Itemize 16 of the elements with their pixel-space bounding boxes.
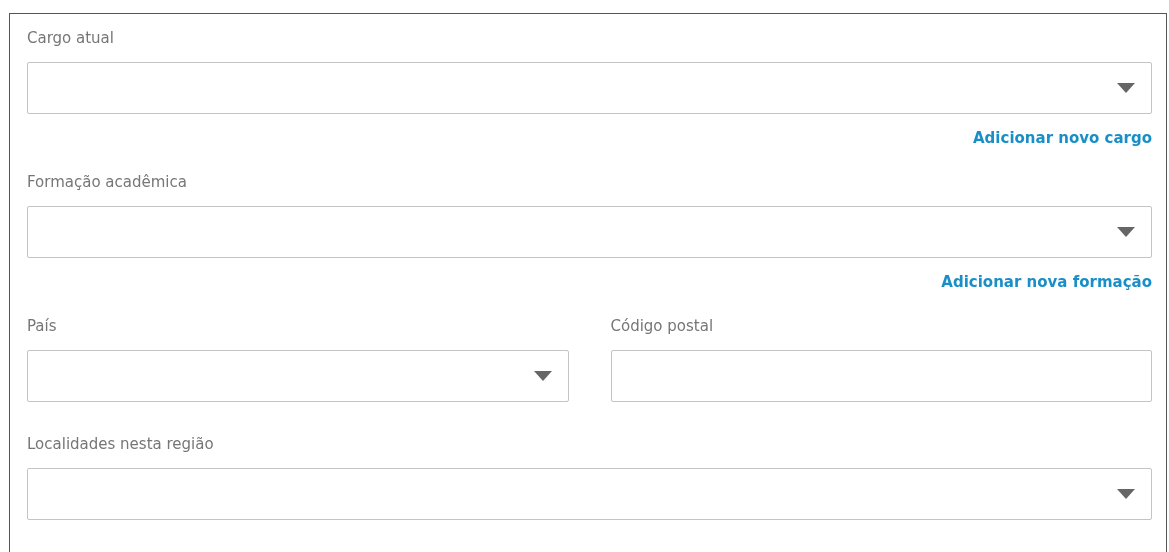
field-label: Localidades nesta região	[27, 434, 214, 455]
add-link[interactable]: Adicionar novo cargo	[973, 126, 1152, 150]
dropdown-caret-icon	[1117, 83, 1135, 93]
field-label: Código postal	[610, 316, 714, 337]
dropdown-caret-icon	[533, 371, 552, 381]
dropdown-field[interactable]	[27, 206, 1152, 258]
dropdown-field[interactable]	[27, 350, 569, 402]
dropdown-caret-icon	[1117, 227, 1135, 237]
input-field[interactable]	[610, 350, 1152, 402]
field-label: Formação acadêmica	[27, 172, 187, 193]
dropdown-caret-icon	[1117, 489, 1135, 499]
dropdown-field[interactable]	[27, 468, 1152, 520]
dropdown-field[interactable]	[27, 62, 1152, 114]
add-link[interactable]: Adicionar nova formação	[941, 270, 1152, 294]
field-label: Cargo atual	[27, 28, 114, 49]
field-label: País	[27, 316, 57, 337]
